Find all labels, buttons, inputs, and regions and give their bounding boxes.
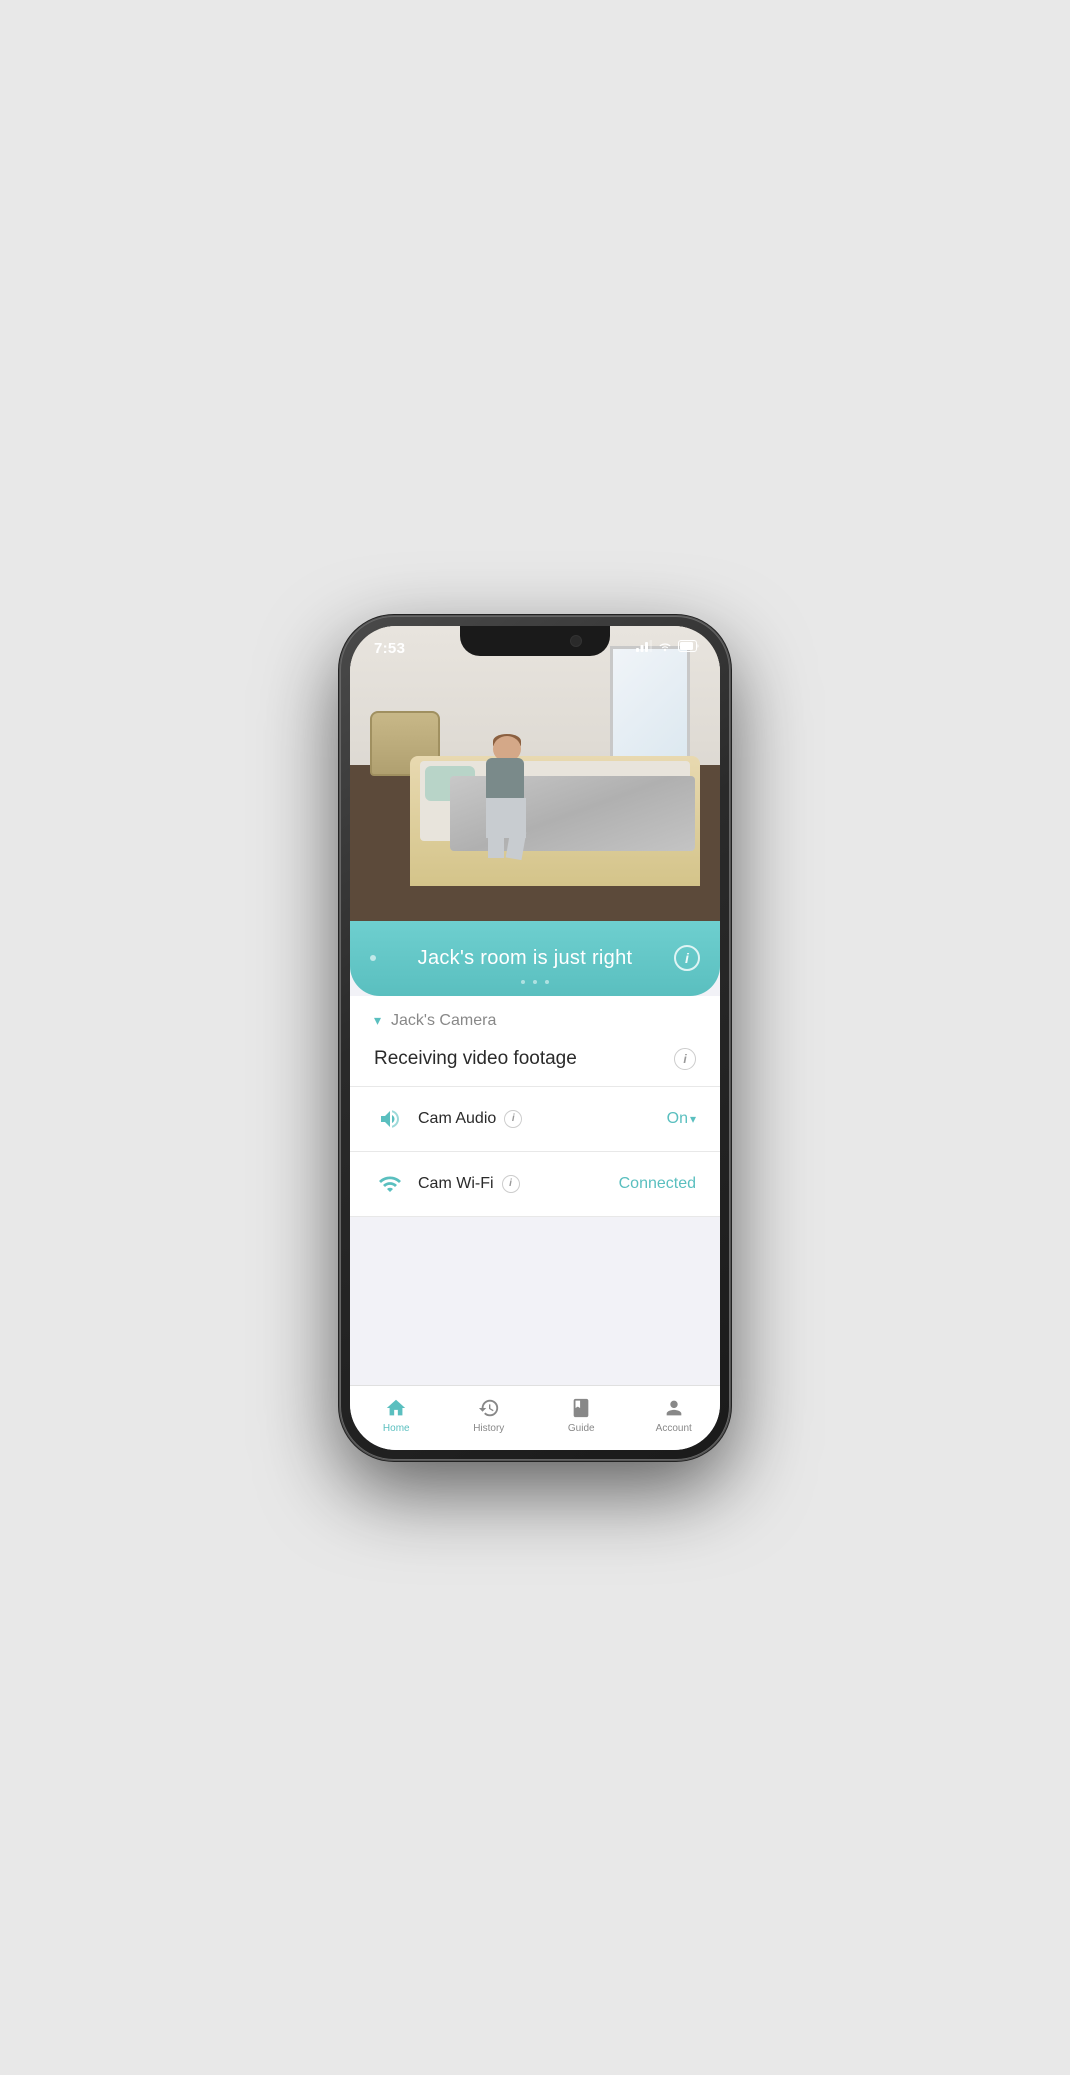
- home-icon: [385, 1396, 407, 1420]
- banner-dot-1: [521, 980, 525, 984]
- account-icon: [663, 1396, 685, 1420]
- camera-section-header: ▾ Jack's Camera: [350, 996, 720, 1030]
- teal-banner: Jack's room is just right i: [350, 921, 720, 996]
- video-status-text: Receiving video footage: [374, 1048, 577, 1070]
- video-status-section: Receiving video footage i: [350, 1048, 720, 1087]
- tab-history[interactable]: History: [443, 1396, 536, 1440]
- cam-audio-info-button[interactable]: i: [504, 1110, 522, 1128]
- banner-dots-row: [521, 980, 549, 984]
- notch: [460, 626, 610, 656]
- cam-wifi-label: Cam Wi-Fi i: [418, 1175, 619, 1193]
- room-bed: [410, 746, 700, 886]
- banner-message: Jack's room is just right: [376, 947, 674, 970]
- speaker-icon: [378, 1107, 402, 1131]
- cam-audio-icon: [374, 1103, 406, 1135]
- phone-frame: 7:53: [340, 616, 730, 1460]
- child-body: [486, 758, 524, 803]
- cam-audio-label: Cam Audio i: [418, 1110, 667, 1128]
- cam-wifi-row[interactable]: Cam Wi-Fi i Connected: [350, 1152, 720, 1217]
- battery-icon: [678, 640, 700, 652]
- guide-icon: [570, 1396, 592, 1420]
- camera-title-row: ▾ Jack's Camera: [374, 1012, 696, 1030]
- child-figure: [480, 736, 535, 856]
- child-leg-left: [488, 836, 504, 858]
- cam-audio-value[interactable]: On ▾: [667, 1110, 696, 1128]
- tab-bar: Home History Guide: [350, 1385, 720, 1450]
- wifi-icon: [378, 1172, 402, 1196]
- cam-audio-row[interactable]: Cam Audio i On ▾: [350, 1087, 720, 1152]
- tab-home[interactable]: Home: [350, 1396, 443, 1440]
- camera-collapse-chevron[interactable]: ▾: [374, 1012, 381, 1029]
- signal-icon: [636, 640, 652, 652]
- banner-dot-2: [533, 980, 537, 984]
- status-icons: [636, 640, 700, 652]
- home-tab-label: Home: [383, 1423, 410, 1434]
- account-tab-label: Account: [656, 1423, 692, 1434]
- phone-screen: 7:53: [350, 626, 720, 1450]
- cam-wifi-info-button[interactable]: i: [502, 1175, 520, 1193]
- guide-tab-label: Guide: [568, 1423, 595, 1434]
- camera-name-label: Jack's Camera: [391, 1012, 496, 1030]
- camera-feed: [350, 626, 720, 936]
- wifi-status-icon: [657, 640, 673, 652]
- empty-content-area: [350, 1217, 720, 1385]
- tab-guide[interactable]: Guide: [535, 1396, 628, 1440]
- video-status-row: Receiving video footage i: [374, 1048, 696, 1070]
- content-area: ▾ Jack's Camera Receiving video footage …: [350, 996, 720, 1385]
- banner-dot-3: [545, 980, 549, 984]
- status-time: 7:53: [374, 640, 405, 657]
- child-leg-right: [506, 829, 527, 859]
- room-scene: [350, 626, 720, 936]
- cam-wifi-icon: [374, 1168, 406, 1200]
- cam-audio-arrow: ▾: [690, 1112, 696, 1126]
- history-icon: [478, 1396, 500, 1420]
- video-status-info-button[interactable]: i: [674, 1048, 696, 1070]
- tab-account[interactable]: Account: [628, 1396, 721, 1440]
- history-tab-label: History: [473, 1423, 504, 1434]
- banner-info-button[interactable]: i: [674, 945, 700, 971]
- cam-wifi-value: Connected: [619, 1175, 696, 1193]
